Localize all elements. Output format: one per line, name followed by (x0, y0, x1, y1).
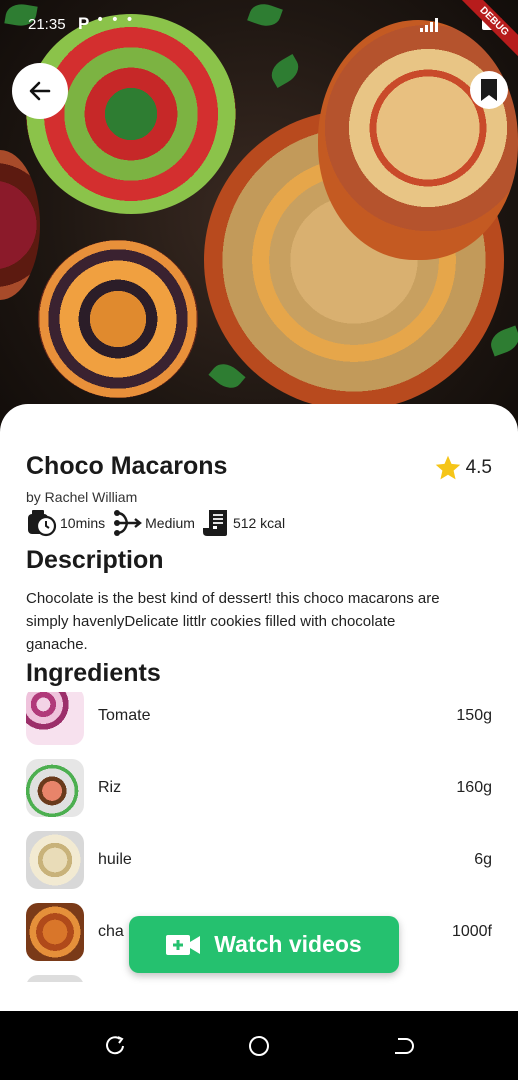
meta-calories-label: 512 kcal (232, 515, 286, 531)
ingredient-thumbnail (26, 975, 84, 982)
recipe-author: by Rachel William (26, 489, 138, 505)
meta-difficulty-label: Medium (145, 515, 195, 531)
ingredient-name: Tomate (98, 707, 151, 724)
herb-leaf (208, 357, 246, 395)
dried-fruit-bowl-image (38, 240, 198, 398)
signal-icon (420, 18, 438, 32)
recipe-hero-image (0, 0, 518, 430)
meta-time: 10mins (26, 508, 105, 538)
rating-value: 4.5 (465, 457, 492, 478)
watch-videos-label: Watch videos (214, 931, 362, 957)
ingredient-qty: 150g (456, 707, 492, 724)
recipe-title: Choco Macarons (26, 452, 228, 480)
recipe-detail-sheet: Choco Macarons 4.5 by Rachel William 10m… (0, 404, 518, 1011)
arrow-left-icon (29, 81, 51, 101)
meta-difficulty: Medium (111, 508, 195, 538)
list-item[interactable]: Riz 160g (26, 759, 492, 817)
tagine-lid-image (318, 20, 518, 260)
herb-leaf (487, 325, 518, 357)
ingredient-thumbnail (26, 903, 84, 961)
back-button[interactable] (12, 63, 68, 119)
ingredients-heading: Ingredients (26, 659, 161, 687)
video-camera-plus-icon (166, 934, 201, 955)
description-heading: Description (26, 546, 164, 574)
notification-icon: P (78, 14, 90, 33)
system-navigation-bar (0, 1011, 518, 1080)
timer-icon (28, 510, 57, 537)
status-time: 21:35 (28, 16, 66, 33)
home-icon[interactable] (248, 1035, 270, 1057)
berry-bowl-image (0, 150, 40, 300)
description-text: Chocolate is the best kind of dessert! t… (26, 590, 440, 653)
bookmark-button[interactable] (470, 71, 508, 109)
herb-leaf (266, 53, 304, 89)
ingredient-name: Riz (98, 779, 122, 796)
list-item[interactable]: Tomate 150g (26, 692, 492, 745)
bookmark-icon (481, 79, 497, 101)
recipe-rating: 4.5 (434, 454, 492, 482)
receipt-icon (202, 510, 227, 536)
list-item[interactable] (26, 975, 492, 982)
status-bar: 21:35 P • • • (0, 0, 518, 52)
list-item[interactable]: huile 6g (26, 831, 492, 889)
more-notifications-icon: • • • (96, 12, 135, 28)
recipe-meta: 10mins Medium 512 kcal (26, 508, 291, 538)
recent-apps-icon[interactable] (104, 1035, 126, 1057)
meta-time-label: 10mins (60, 515, 106, 531)
difficulty-icon (114, 510, 143, 536)
watch-videos-button[interactable]: Watch videos (129, 916, 399, 973)
ingredient-thumbnail (26, 692, 84, 745)
ingredient-qty: 160g (456, 779, 492, 796)
ingredient-thumbnail (26, 759, 84, 817)
star-icon (435, 455, 460, 480)
ingredient-qty: 6g (474, 851, 492, 868)
back-nav-icon[interactable] (392, 1035, 414, 1057)
ingredient-thumbnail (26, 831, 84, 889)
ingredient-qty: 1000f (451, 923, 492, 940)
ingredient-name: huile (98, 851, 132, 868)
meta-calories: 512 kcal (201, 508, 285, 538)
